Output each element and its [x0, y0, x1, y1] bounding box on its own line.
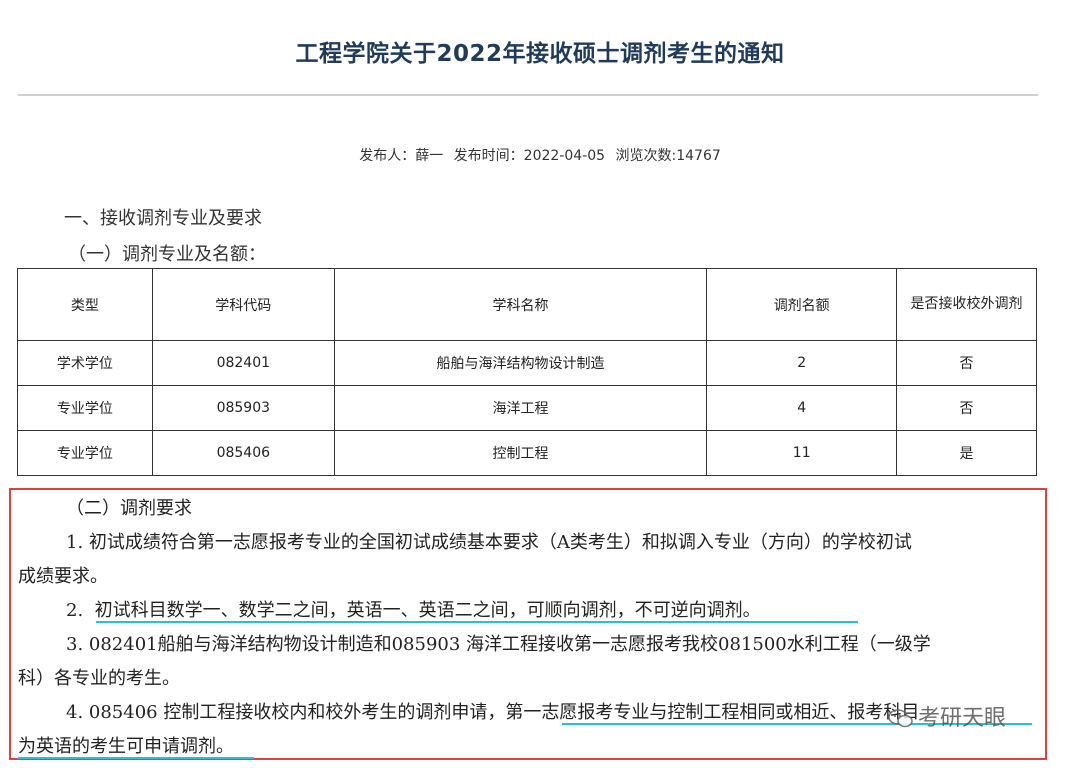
- requirement-4-text-a: 4. 085406 控制工程接收校内和校外考生的调剂申请，: [66, 702, 506, 723]
- cell-external: 是: [896, 430, 1037, 476]
- requirement-2-text: 初试科目数学一、数学二之间，英语一、英语二之间，可顺向调剂，不可逆向调剂。: [94, 600, 761, 621]
- cell-type: 专业学位: [17, 430, 153, 476]
- requirement-3-line-2: 科）各专业的考生。: [18, 668, 180, 689]
- watermark-text: 考研天眼: [918, 706, 1007, 731]
- table-row: 专业学位 085903 海洋工程 4 否: [17, 385, 1037, 431]
- cell-external: 否: [896, 385, 1037, 431]
- wechat-icon: [888, 709, 913, 728]
- requirement-2: 2. 初试科目数学一、数学二之间，英语一、英语二之间，可顺向调剂，不可逆向调剂。: [66, 596, 761, 622]
- table-row: 学术学位 082401 船舶与海洋结构物设计制造 2 否: [17, 340, 1037, 386]
- publish-time: 发布时间：2022-04-05: [453, 148, 606, 164]
- requirement-2-underline: [96, 621, 858, 623]
- table-header-row: 类型 学科代码 学科名称 调剂名额 是否接收校外调剂: [17, 268, 1037, 341]
- header-external: 是否接收校外调剂: [896, 268, 1037, 341]
- page-title: 工程学院关于2022年接收硕士调剂考生的通知: [295, 41, 785, 67]
- requirement-4-text-b: 第一志愿报考专业与控制工程相同或相近、报考科目: [505, 702, 920, 723]
- section-subheading-1: （一）调剂专业及名额：: [68, 244, 266, 265]
- section-heading-2: （二）调剂要求: [66, 498, 192, 519]
- cell-name: 控制工程: [333, 430, 708, 476]
- requirement-1-line-1: 1. 初试成绩符合第一志愿报考专业的全国初试成绩基本要求（A类考生）和拟调入专业…: [66, 532, 912, 553]
- requirement-3-line-1: 3. 082401船舶与海洋结构物设计制造和085903 海洋工程接收第一志愿报…: [66, 634, 931, 655]
- view-count: 浏览次数:14767: [615, 148, 721, 164]
- article-meta: 发布人：薛一 发布时间：2022-04-05 浏览次数:14767: [0, 145, 1080, 165]
- header-type: 类型: [17, 268, 153, 341]
- requirement-1-line-2: 成绩要求。: [18, 566, 108, 587]
- cell-type: 学术学位: [17, 340, 153, 386]
- cell-quota: 11: [706, 430, 898, 476]
- cell-code: 082401: [151, 340, 335, 386]
- title-divider: [18, 94, 1038, 96]
- cell-name: 海洋工程: [333, 385, 708, 431]
- header-name: 学科名称: [333, 268, 708, 341]
- cell-quota: 4: [706, 385, 898, 431]
- header-quota: 调剂名额: [706, 268, 898, 341]
- cell-quota: 2: [706, 340, 898, 386]
- publisher: 发布人：薛一: [359, 148, 444, 164]
- cell-type: 专业学位: [17, 385, 153, 431]
- requirement-4-line-1: 4. 085406 控制工程接收校内和校外考生的调剂申请，第一志愿报考专业与控制…: [66, 698, 919, 724]
- requirement-4-line-2: 为英语的考生可申请调剂。: [18, 736, 234, 757]
- cell-code: 085406: [151, 430, 335, 476]
- table-row: 专业学位 085406 控制工程 11 是: [17, 430, 1037, 476]
- cell-external: 否: [896, 340, 1037, 386]
- watermark: 考研天眼: [888, 700, 1006, 732]
- quota-table: 类型 学科代码 学科名称 调剂名额 是否接收校外调剂 学术学位 082401 船…: [17, 268, 1037, 476]
- header-code: 学科代码: [151, 268, 335, 341]
- requirement-2-number: 2.: [66, 600, 84, 621]
- cell-code: 085903: [151, 385, 335, 431]
- requirement-4-underline-2: [18, 757, 254, 759]
- cell-name: 船舶与海洋结构物设计制造: [333, 340, 708, 386]
- section-heading-1: 一、接收调剂专业及要求: [64, 208, 262, 229]
